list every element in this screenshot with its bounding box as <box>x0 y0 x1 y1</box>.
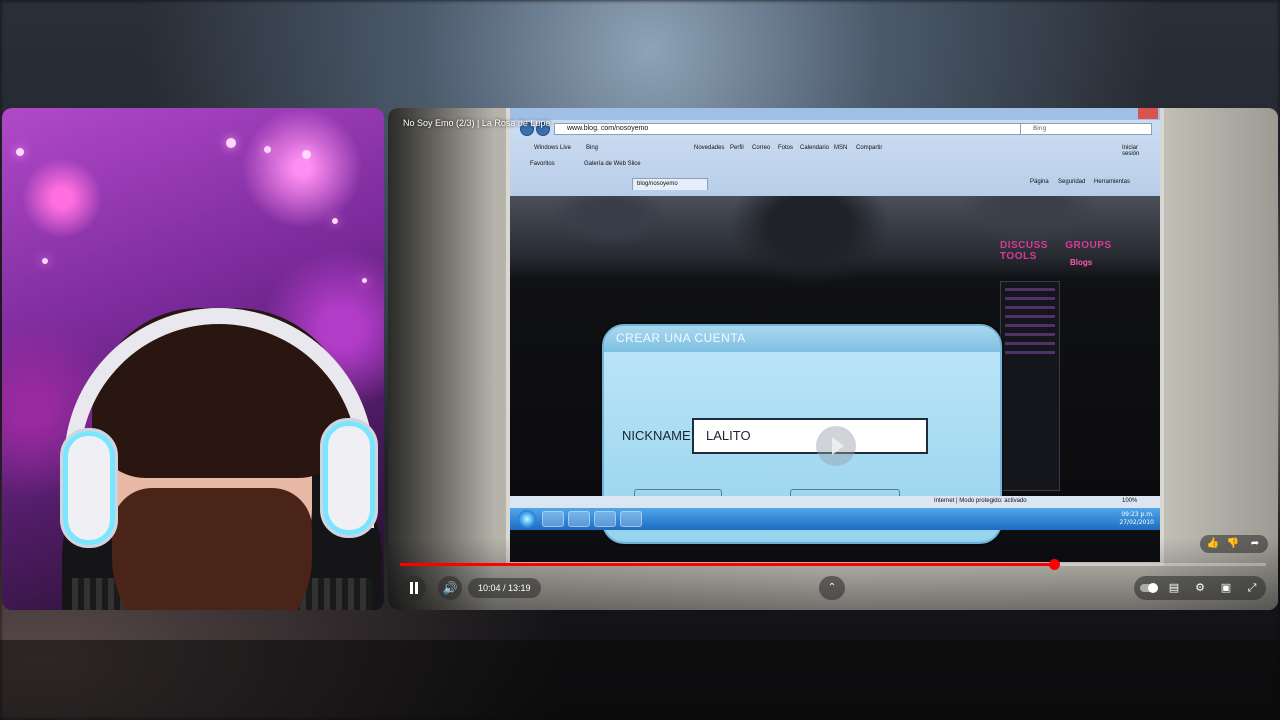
bokeh-light <box>362 278 367 283</box>
nickname-label: NICKNAME <box>622 428 691 443</box>
toolbar-bing-search[interactable]: Bing <box>586 145 598 151</box>
bokeh-light <box>264 146 271 153</box>
thumbs-down-icon: 👎 <box>1226 538 1240 549</box>
pause-button[interactable] <box>402 576 426 600</box>
toolbar-msn[interactable]: MSN <box>834 145 847 151</box>
background-shade <box>0 640 1280 720</box>
autoplay-toggle[interactable] <box>1140 583 1158 593</box>
headset-earcup-right <box>320 418 378 538</box>
command-pagina[interactable]: Página <box>1030 179 1049 185</box>
share-button[interactable]: ➦ <box>1246 535 1264 553</box>
settings-icon: ⚙ <box>1195 581 1205 594</box>
toolbar-novedades[interactable]: Novedades <box>694 145 724 151</box>
side-entry <box>1005 333 1055 336</box>
blogs-link[interactable]: Blogs <box>1070 258 1092 267</box>
side-entry <box>1005 297 1055 300</box>
favorites-button[interactable]: Favoritos <box>530 161 555 167</box>
scrubber-handle[interactable] <box>1049 559 1060 570</box>
favorites-bar: Favoritos Galería de Web Slice <box>514 160 1156 172</box>
address-bar[interactable]: www.blog. com/nosoyemo <box>554 123 1024 135</box>
nav-groups[interactable]: GROUPS <box>1065 240 1111 251</box>
share-icon: ➦ <box>1250 538 1260 549</box>
volume-icon: 🔊 <box>442 581 458 595</box>
miniplayer-button[interactable]: ▣ <box>1214 576 1238 600</box>
nav-discuss[interactable]: DISCUSS <box>1000 240 1048 251</box>
bokeh-light <box>332 218 338 224</box>
toolbar-calendario[interactable]: Calendario <box>800 145 829 151</box>
settings-button[interactable]: ⚙ <box>1188 576 1212 600</box>
webcam-feed <box>2 108 384 610</box>
toolbar-compartir[interactable]: Compartir <box>856 145 882 151</box>
miniplayer-icon: ▣ <box>1220 581 1232 594</box>
dislike-button[interactable]: 👎 <box>1224 535 1242 553</box>
play-icon <box>816 426 856 466</box>
like-button[interactable]: 👍 <box>1204 535 1222 553</box>
side-entry <box>1005 351 1055 354</box>
windows-taskbar: 09:23 p.m. 27/02/2010 <box>510 508 1160 530</box>
web-slice-gallery[interactable]: Galería de Web Slice <box>584 161 641 167</box>
headset-earcup-left <box>60 428 118 548</box>
webpage-content: DISCUSS GROUPS TOOLS Blogs CREAR UNA CUE… <box>510 196 1160 544</box>
monitor-screen: www.blog. com/nosoyemo Bing Windows Live… <box>506 108 1164 566</box>
volume-button[interactable]: 🔊 <box>438 576 462 600</box>
system-clock: 09:23 p.m. 27/02/2010 <box>1119 511 1154 527</box>
toolbar-fotos[interactable]: Fotos <box>778 145 793 151</box>
side-entry <box>1005 315 1055 318</box>
video-player[interactable]: www.blog. com/nosoyemo Bing Windows Live… <box>388 108 1278 610</box>
subtitles-icon: ▤ <box>1168 581 1180 594</box>
clock-time: 09:23 p.m. <box>1121 511 1154 518</box>
close-window-icon[interactable] <box>1138 108 1158 119</box>
fullscreen-exit-icon: ⤢ <box>1247 581 1257 594</box>
internet-explorer-icon[interactable] <box>568 511 590 527</box>
windows-live-toolbar: Windows Live Bing Novedades Perfil Corre… <box>514 142 1156 157</box>
toolbar-correo[interactable]: Correo <box>752 145 770 151</box>
fullscreen-exit-button[interactable]: ⤢ <box>1240 576 1264 600</box>
nickname-input[interactable]: LALITO <box>692 418 928 454</box>
video-title: No Soy Emo (2/3) | La Rosa de Lupe <box>403 118 551 128</box>
app-icon[interactable] <box>620 511 642 527</box>
browser-status-bar: Internet | Modo protegido: activado 100% <box>510 496 1160 508</box>
side-entry <box>1005 306 1055 309</box>
address-row: www.blog. com/nosoyemo Bing <box>514 122 1156 136</box>
progress-played <box>400 563 1054 566</box>
clock-date: 27/02/2010 <box>1119 519 1154 526</box>
command-seguridad[interactable]: Seguridad <box>1058 179 1085 185</box>
browser-chrome: www.blog. com/nosoyemo Bing Windows Live… <box>510 108 1160 196</box>
explorer-icon[interactable] <box>542 511 564 527</box>
thumbs-up-icon: 👍 <box>1206 538 1220 549</box>
browser-tab[interactable]: blog/nosoyemo <box>632 178 708 190</box>
bokeh-light <box>42 258 48 264</box>
dialog-header: CREAR UNA CUENTA <box>604 326 1000 352</box>
search-box[interactable]: Bing <box>1020 123 1152 135</box>
command-herramientas[interactable]: Herramientas <box>1094 179 1130 185</box>
side-entry <box>1005 288 1055 291</box>
subtitles-button[interactable]: ▤ <box>1162 576 1186 600</box>
toolbar-perfil[interactable]: Perfil <box>730 145 744 151</box>
side-entry <box>1005 342 1055 345</box>
bokeh-light <box>302 150 311 159</box>
time-display: 10:04 / 13:19 <box>468 578 541 598</box>
tab-row: blog/nosoyemo Página Seguridad Herramien… <box>514 176 1156 192</box>
progress-bar[interactable] <box>400 559 1266 570</box>
toolbar-iniciar-sesion[interactable]: Iniciar sesión <box>1122 145 1156 157</box>
expand-button[interactable]: ⌃ <box>819 576 845 600</box>
nav-tools[interactable]: TOOLS <box>1000 251 1037 262</box>
side-entry <box>1005 324 1055 327</box>
zoom-level[interactable]: 100% <box>1122 498 1137 504</box>
toolbar-windows-live[interactable]: Windows Live <box>534 145 571 151</box>
chevron-up-icon: ⌃ <box>827 582 837 593</box>
bokeh-light <box>226 138 236 148</box>
start-icon[interactable] <box>518 510 536 528</box>
media-player-icon[interactable] <box>594 511 616 527</box>
side-panel <box>1000 281 1060 491</box>
browser-titlebar <box>510 108 1160 120</box>
dialog-title: CREAR UNA CUENTA <box>616 331 746 345</box>
status-text: Internet | Modo protegido: activado <box>934 498 1027 504</box>
bokeh-light <box>16 148 24 156</box>
